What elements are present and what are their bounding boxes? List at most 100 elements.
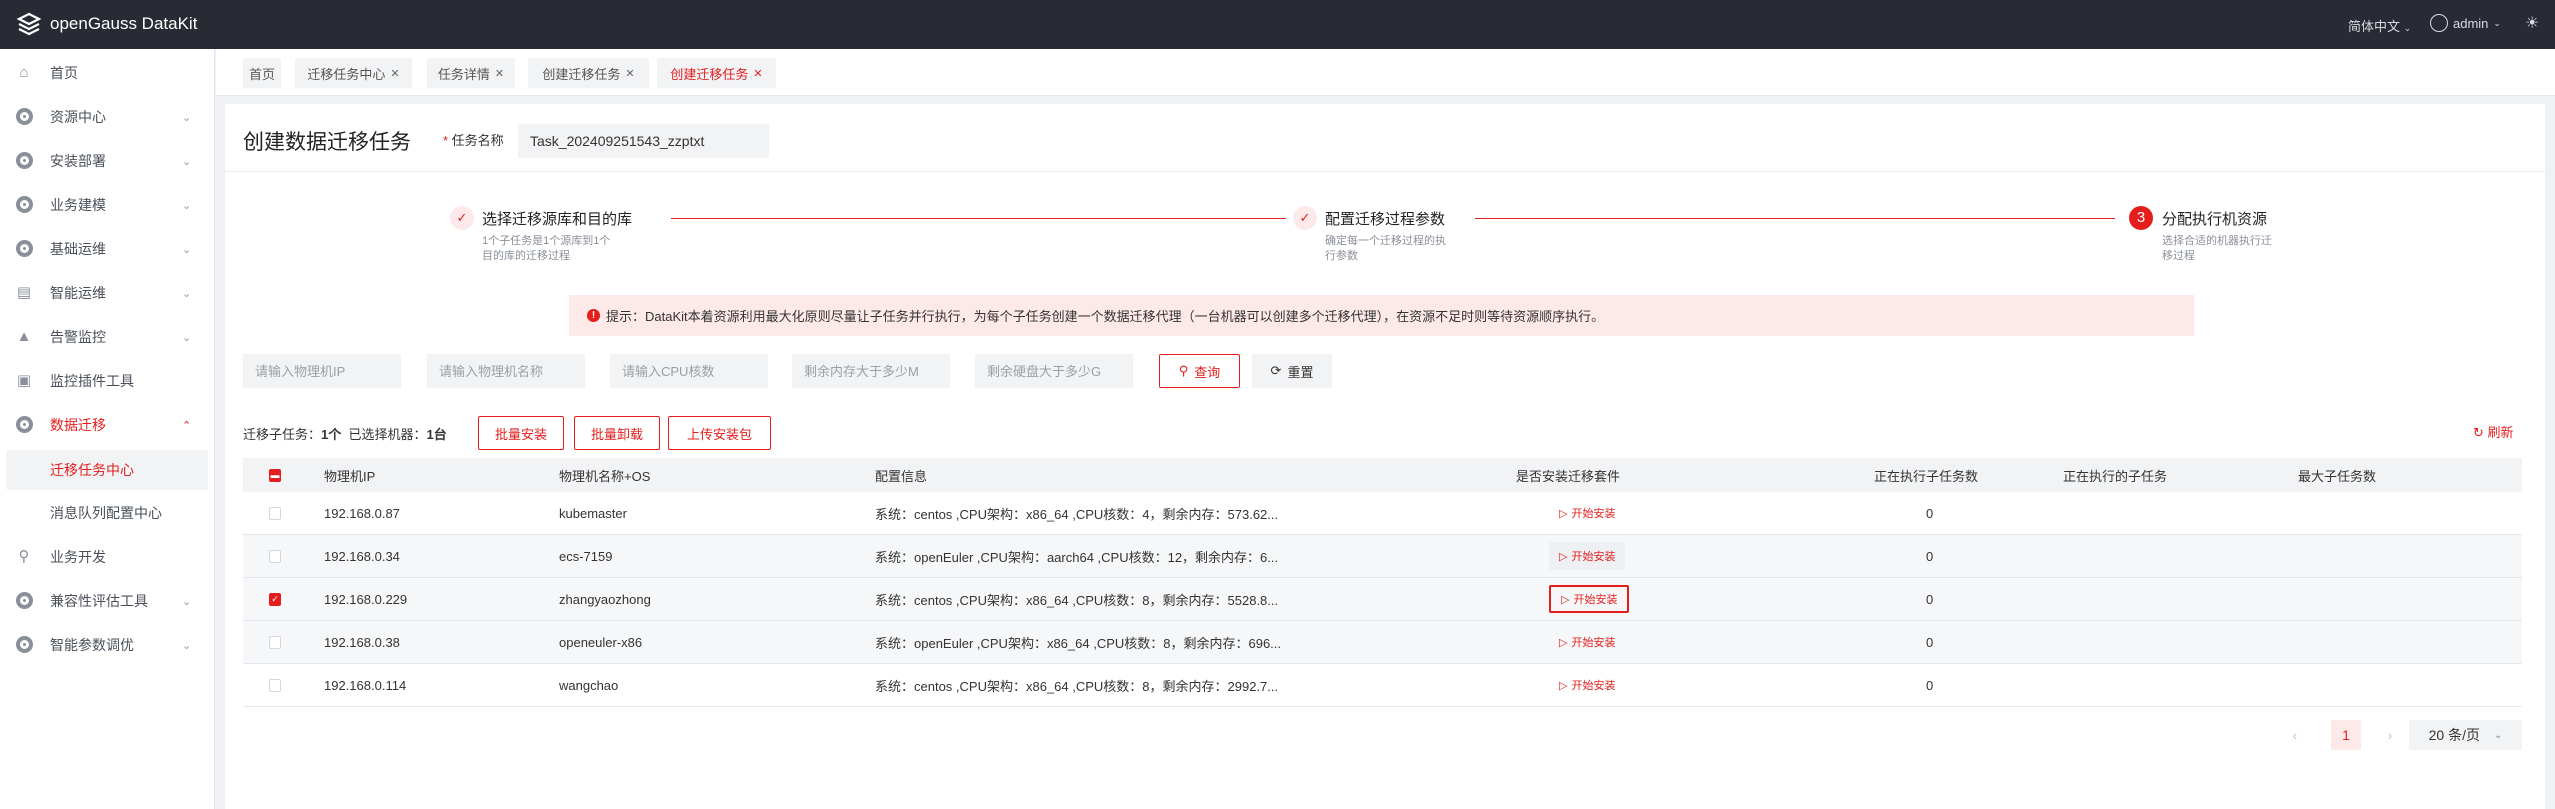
task-name-label-text: 任务名称 xyxy=(451,133,504,148)
row-checkbox[interactable] xyxy=(269,549,281,563)
play-icon: ▷ xyxy=(1559,679,1568,692)
step-title: 分配执行机资源 xyxy=(2162,211,2268,228)
refresh-button[interactable]: ↻ 刷新 xyxy=(2473,422,2514,441)
cell-ip: 192.168.0.34 xyxy=(324,548,400,564)
tab-bar: 首页 迁移任务中心 ✕ 任务详情 ✕ 创建迁移任务 ✕ 创建迁移任务 ✕ xyxy=(216,49,2555,96)
chevron-down-icon: ⌄ xyxy=(182,155,192,168)
start-install-button[interactable]: ▷ 开始安装 xyxy=(1549,628,1625,656)
cell-name: zhangyaozhong xyxy=(559,591,651,607)
tab-home[interactable]: 首页 xyxy=(243,58,281,88)
row-checkbox[interactable] xyxy=(269,506,281,520)
gear-icon xyxy=(15,196,33,214)
warning-icon: ! xyxy=(587,309,600,322)
close-icon[interactable]: ✕ xyxy=(753,67,762,80)
sidebar-item-monitor-plugin[interactable]: ▣ 监控插件工具 xyxy=(0,361,215,401)
tab-label: 任务详情 xyxy=(437,66,490,82)
page-1-button[interactable]: 1 xyxy=(2331,720,2361,750)
sidebar-item-resource-center[interactable]: 资源中心 ⌄ xyxy=(0,97,215,137)
name-filter-input[interactable] xyxy=(427,354,585,388)
sidebar-item-install-deploy[interactable]: 安装部署 ⌄ xyxy=(0,141,215,181)
main-card: 创建数据迁移任务 * 任务名称 ✓ 选择迁移源库和目的库 1个子任务是1个源库到… xyxy=(225,104,2545,809)
column-header-running-count: 正在执行子任务数 xyxy=(1874,468,1979,484)
chevron-down-icon: ⌄ xyxy=(2493,17,2501,28)
selected-label: 已选择机器： xyxy=(348,427,427,442)
chevron-down-icon: ⌄ xyxy=(2493,729,2503,741)
search-icon: ⚲ xyxy=(18,548,30,565)
reset-button[interactable]: ⟳ 重置 xyxy=(1252,354,1332,388)
page-size-label: 20 条/页 xyxy=(2428,727,2480,743)
upload-package-button[interactable]: 上传安装包 xyxy=(668,416,771,450)
search-icon: ⚲ xyxy=(1178,363,1189,378)
start-install-label: 开始安装 xyxy=(1571,551,1616,563)
tab-create-migration-task[interactable]: 创建迁移任务 ✕ xyxy=(528,58,649,88)
row-checkbox[interactable]: ✓ xyxy=(269,592,281,606)
sidebar-item-smart-ops[interactable]: ▤ 智能运维 ⌄ xyxy=(0,273,215,313)
page-size-select[interactable]: 20 条/页 ⌄ xyxy=(2409,720,2522,750)
chevron-down-icon: ⌄ xyxy=(182,199,192,212)
select-all-checkbox[interactable]: ▬ xyxy=(269,468,281,482)
row-checkbox[interactable] xyxy=(269,635,281,649)
task-name-input[interactable] xyxy=(518,124,769,158)
batch-uninstall-button[interactable]: 批量卸载 xyxy=(574,416,660,450)
sidebar-item-param-tuning[interactable]: 智能参数调优 ⌄ xyxy=(0,625,215,665)
batch-install-button[interactable]: 批量安装 xyxy=(478,416,564,450)
prev-page-button[interactable]: ‹ xyxy=(2285,720,2305,750)
start-install-button[interactable]: ▷ 开始安装 xyxy=(1549,542,1626,570)
username: admin xyxy=(2453,15,2489,31)
sidebar-item-data-migration[interactable]: 数据迁移 ⌃ xyxy=(0,405,215,445)
start-install-label: 开始安装 xyxy=(1571,680,1616,692)
tab-migration-task-center[interactable]: 迁移任务中心 ✕ xyxy=(295,58,412,88)
gear-icon xyxy=(15,416,33,434)
alarm-icon: ▲ xyxy=(16,328,32,345)
cell-running-count: 0 xyxy=(1926,634,1934,650)
sidebar-item-label: 兼容性评估工具 xyxy=(50,593,148,609)
language-select[interactable]: 简体中文 ⌄ xyxy=(2348,16,2411,35)
cell-ip: 192.168.0.114 xyxy=(324,677,407,693)
close-icon[interactable]: ✕ xyxy=(495,67,504,80)
user-menu[interactable]: admin ⌄ xyxy=(2430,14,2501,32)
disk-filter-input[interactable] xyxy=(975,354,1133,388)
ip-filter-input[interactable] xyxy=(243,354,401,388)
tab-task-detail[interactable]: 任务详情 ✕ xyxy=(427,58,515,88)
tab-label: 创建迁移任务 xyxy=(542,66,621,82)
column-header-ip: 物理机IP xyxy=(324,468,376,484)
sidebar-item-alarm-monitor[interactable]: ▲ 告警监控 ⌄ xyxy=(0,317,215,357)
sidebar-item-business-dev[interactable]: ⚲ 业务开发 xyxy=(0,537,215,577)
home-icon: ⌂ xyxy=(19,64,29,81)
sidebar-item-label: 智能参数调优 xyxy=(50,637,134,653)
sidebar-item-business-modeling[interactable]: 业务建模 ⌄ xyxy=(0,185,215,225)
step-connector xyxy=(671,218,1286,219)
close-icon[interactable]: ✕ xyxy=(390,67,399,80)
cpu-filter-input[interactable] xyxy=(610,354,768,388)
close-icon[interactable]: ✕ xyxy=(625,67,634,80)
user-avatar-icon xyxy=(2430,14,2448,32)
sidebar-item-compat-tool[interactable]: 兼容性评估工具 ⌄ xyxy=(0,581,215,621)
cell-config: 系统：centos ,CPU架构：x86_64 ,CPU核数：8，剩余内存：55… xyxy=(875,592,1279,608)
chevron-down-icon: ⌄ xyxy=(182,639,192,652)
cell-name: wangchao xyxy=(559,677,619,693)
theme-toggle-sun-icon[interactable]: ☀ xyxy=(2525,13,2539,33)
sidebar-item-label: 智能运维 xyxy=(50,285,106,301)
reset-icon: ⟳ xyxy=(1270,363,1282,378)
chevron-down-icon: ⌄ xyxy=(2403,23,2412,33)
row-checkbox[interactable] xyxy=(269,678,281,692)
next-page-button[interactable]: › xyxy=(2380,720,2400,750)
query-button[interactable]: ⚲ 查询 xyxy=(1159,354,1240,388)
tab-create-migration-task-active[interactable]: 创建迁移任务 ✕ xyxy=(657,58,776,88)
table-row: 192.168.0.114 wangchao 系统：centos ,CPU架构：x8… xyxy=(243,664,2522,707)
tab-label: 迁移任务中心 xyxy=(307,66,386,82)
sidebar-item-mq-config-center[interactable]: 消息队列配置中心 xyxy=(0,493,215,533)
sidebar-item-home[interactable]: ⌂ 首页 xyxy=(0,53,215,93)
memory-filter-input[interactable] xyxy=(792,354,950,388)
cell-running-count: 0 xyxy=(1926,677,1934,693)
column-header-install: 是否安装迁移套件 xyxy=(1516,468,1621,484)
start-install-label: 开始安装 xyxy=(1573,594,1618,606)
sidebar-item-migration-task-center[interactable]: 迁移任务中心 xyxy=(6,450,208,490)
start-install-button[interactable]: ▷ 开始安装 xyxy=(1549,671,1625,699)
start-install-button[interactable]: ▷ 开始安装 xyxy=(1549,499,1625,527)
chevron-up-icon: ⌃ xyxy=(182,419,192,432)
gear-icon xyxy=(15,108,33,126)
task-name-label: * 任务名称 xyxy=(443,133,504,148)
sidebar-item-basic-ops[interactable]: 基础运维 ⌄ xyxy=(0,229,215,269)
start-install-button[interactable]: ▷ 开始安装 xyxy=(1549,585,1630,613)
